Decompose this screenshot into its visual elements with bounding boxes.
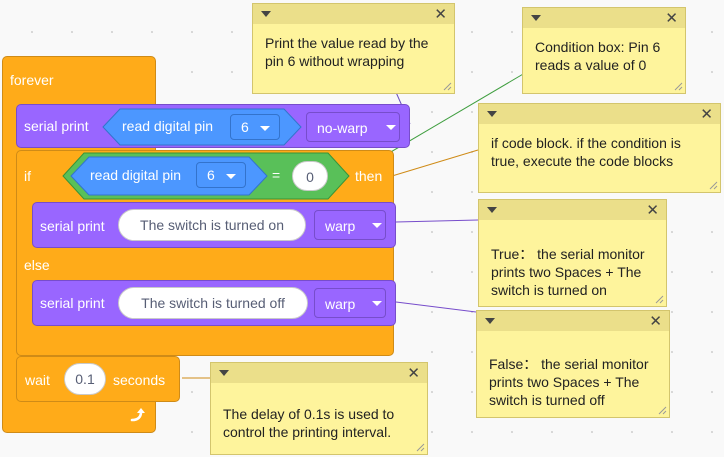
note-line: prints two Spaces + The [491,264,642,280]
serial-print-label: serial print [40,295,105,311]
connector-line [395,301,477,313]
note-line: if code block. if the condition is [491,135,681,151]
comment-note[interactable]: ✕ Print the value read by the pin 6 with… [252,3,455,94]
reporter-label: read digital pin [90,167,182,183]
close-icon[interactable]: ✕ [434,5,447,23]
loop-arrow-icon [130,408,145,422]
collapse-icon[interactable] [531,15,541,21]
pin-value: 6 [241,119,249,135]
note-line: switch is turned on [491,282,607,298]
pin-dropdown[interactable]: 6 [196,162,246,188]
pin-dropdown[interactable]: 6 [230,114,280,140]
chevron-down-icon [226,174,236,179]
else-label: else [24,257,50,273]
chevron-down-icon [260,126,270,131]
mode-value: warp [325,218,356,234]
note-header[interactable] [523,8,685,28]
chevron-down-icon [372,301,382,306]
comment-note[interactable]: ✕ True： the serial monitor prints two Sp… [478,199,667,307]
note-header[interactable] [477,311,669,331]
collapse-icon[interactable] [261,11,271,17]
mode-dropdown[interactable]: warp [314,210,386,240]
collapse-icon[interactable] [487,111,497,117]
note-line: True： the serial monitor [491,246,645,262]
if-label: if [24,168,31,184]
mode-dropdown[interactable]: no-warp [306,112,400,142]
seconds-label: seconds [113,372,166,388]
connector-line [395,219,479,223]
then-label: then [355,168,383,184]
text-input[interactable]: The switch is turned on [118,209,306,241]
close-icon[interactable]: ✕ [407,364,420,382]
resize-icon[interactable] [674,82,683,91]
close-icon[interactable]: ✕ [646,201,659,219]
note-line: The delay of 0.1s is used to [223,406,395,422]
note-line: reads a value of 0 [535,57,647,73]
note-line: False： the serial monitor [489,356,649,372]
note-header[interactable] [211,363,427,383]
note-header[interactable] [479,200,666,220]
comment-note[interactable]: ✕ The delay of 0.1s is used to control t… [210,362,428,455]
equals-sign: = [272,167,281,183]
connector-line [391,149,479,177]
serial-print-label: serial print [40,218,105,234]
note-line: switch is turned off [489,392,605,408]
resize-icon[interactable] [658,406,667,415]
close-icon[interactable]: ✕ [649,312,662,330]
collapse-icon[interactable] [485,318,495,324]
comment-note[interactable]: ✕ Condition box: Pin 6 reads a value of … [522,7,686,94]
pin-value: 6 [207,167,215,183]
note-line: Condition box: Pin 6 [535,39,661,55]
serial-print-label: serial print [24,118,89,134]
mode-value: warp [325,296,356,312]
forever-label: forever [10,72,54,88]
chevron-down-icon [372,223,382,228]
reporter-label: read digital pin [122,118,214,134]
chevron-down-icon [386,125,396,130]
resize-icon[interactable] [709,181,718,190]
note-line: Print the value read by the [265,35,429,51]
note-line: pin 6 without wrapping [265,53,405,69]
resize-icon[interactable] [655,295,664,304]
note-header[interactable] [253,4,454,24]
note-header[interactable] [479,104,720,124]
collapse-icon[interactable] [487,207,497,213]
mode-dropdown[interactable]: warp [314,288,386,318]
collapse-icon[interactable] [219,370,229,376]
text-input[interactable]: The switch is turned off [118,287,308,319]
comment-note[interactable]: ✕ False： the serial monitor prints two S… [476,310,670,418]
resize-icon[interactable] [416,443,425,452]
compare-value-input[interactable]: 0 [292,161,328,191]
wait-seconds-input[interactable]: 0.1 [64,363,106,395]
note-line: prints two Spaces + The [489,374,640,390]
mode-value: no-warp [317,120,368,136]
close-icon[interactable]: ✕ [700,105,713,123]
note-line: true, execute the code blocks [491,153,674,169]
close-icon[interactable]: ✕ [665,9,678,27]
comment-note[interactable]: ✕ if code block. if the condition is tru… [478,103,721,193]
wait-label: wait [25,372,50,388]
resize-icon[interactable] [443,82,452,91]
note-line: control the printing interval. [223,424,392,440]
